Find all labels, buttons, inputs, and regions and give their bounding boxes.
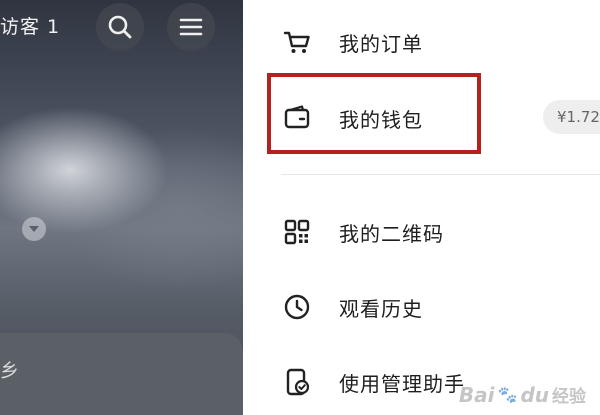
menu-item-qrcode[interactable]: 我的二维码 xyxy=(243,204,600,260)
menu-item-label: 我的二维码 xyxy=(339,221,444,246)
triangle-down-icon xyxy=(29,226,39,232)
search-button[interactable] xyxy=(96,3,144,51)
profile-card-text: 乡 xyxy=(0,360,20,382)
watermark-jingyan: 经验 xyxy=(552,387,586,407)
watermark-brand-suffix: du xyxy=(520,382,549,407)
menu-item-history[interactable]: 观看历史 xyxy=(243,279,600,335)
shopping-cart-icon xyxy=(283,28,311,56)
profile-card[interactable] xyxy=(0,333,243,415)
profile-background: 访客 1 乡 xyxy=(0,0,243,415)
menu-item-orders[interactable]: 我的订单 xyxy=(243,14,600,70)
side-menu: 我的订单 我的钱包 我的二维码 观看历史 使用管理助手 xyxy=(243,0,600,415)
baidu-jingyan-watermark: Bai 🐾 du 经验 xyxy=(458,382,586,408)
clock-icon xyxy=(283,293,311,321)
highlight-annotation-box xyxy=(267,73,481,154)
menu-item-label: 我的订单 xyxy=(339,31,423,56)
expand-button[interactable] xyxy=(22,217,46,241)
menu-button[interactable] xyxy=(167,3,215,51)
search-icon xyxy=(108,15,132,39)
wallet-balance-text: ¥1.72 xyxy=(557,108,600,126)
menu-item-label: 观看历史 xyxy=(339,296,423,321)
phone-check-icon xyxy=(283,368,311,396)
paw-icon: 🐾 xyxy=(497,385,518,404)
menu-item-label: 使用管理助手 xyxy=(339,371,465,396)
watermark-brand: Bai xyxy=(458,382,495,407)
hamburger-menu-icon xyxy=(179,18,203,36)
qr-code-icon xyxy=(283,218,311,246)
wallet-balance-badge: ¥1.72 xyxy=(543,100,600,134)
visitor-name: 访客 1 xyxy=(0,16,61,38)
menu-divider xyxy=(281,174,600,175)
